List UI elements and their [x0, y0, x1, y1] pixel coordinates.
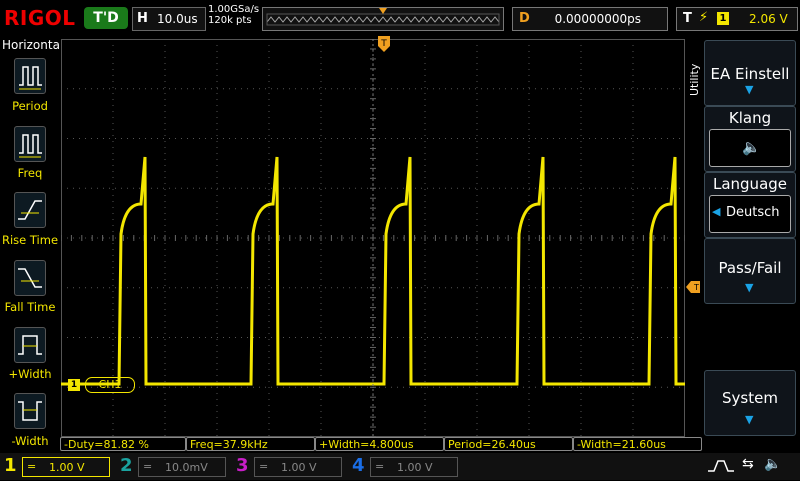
pass-fail-label: Pass/Fail — [718, 259, 782, 277]
measurement-bar: -Duty=81.82 % Freq=37.9kHz +Width=4.800u… — [60, 437, 800, 452]
channel-4-number: 4 — [352, 455, 365, 476]
ea-einstell-label: EA Einstell — [710, 65, 790, 83]
pass-fail-softkey[interactable]: Pass/Fail ▼ — [704, 238, 796, 304]
waveform-display[interactable] — [60, 38, 686, 438]
measurement-freq[interactable]: Freq=37.9kHz — [186, 437, 315, 451]
channel-1-status[interactable]: 1 = 1.00 V — [0, 455, 114, 477]
channel-2-scale: 10.0mV — [165, 461, 208, 474]
period-measure-icon[interactable] — [14, 58, 46, 94]
svg-text:T: T — [693, 283, 699, 292]
channel-bar: 1 = 1.00 V 2 = 10.0mV 3 = 1.00 V 4 = 1.0… — [0, 453, 800, 480]
ch1-offset-marker[interactable]: 1 — [68, 379, 80, 391]
acquisition-info: 1.00GSa/s 120k pts — [208, 4, 259, 26]
timebase-key: H — [137, 11, 148, 26]
trigger-source-badge: 1 — [717, 12, 729, 25]
frequency-measure-icon[interactable] — [14, 126, 46, 162]
channel-1-number: 1 — [4, 455, 17, 476]
language-value: Deutsch — [726, 205, 780, 220]
delay-value: 0.00000000ps — [554, 12, 641, 26]
channel-1-scale: 1.00 V — [49, 461, 85, 474]
trigger-position-top-marker: T — [378, 36, 390, 52]
ea-einstell-softkey[interactable]: EA Einstell ▼ — [704, 40, 796, 106]
dc-coupling-icon: = — [375, 460, 385, 473]
channel-3-scale: 1.00 V — [281, 461, 317, 474]
rising-edge-icon: ⚡ — [699, 10, 709, 25]
channel-4-scale: 1.00 V — [397, 461, 433, 474]
measure-menu: Horizontal Period Freq Rise Time Fall Ti… — [0, 36, 64, 448]
chevron-down-icon: ▼ — [745, 281, 754, 294]
dc-coupling-icon: = — [27, 460, 37, 473]
chevron-down-icon: ▼ — [745, 413, 754, 426]
trigger-level: 2.06 V — [749, 12, 788, 26]
speaker-muted-icon: 🔈 — [742, 138, 761, 156]
delay-key: D — [519, 11, 530, 26]
channel-1-box: = 1.00 V — [22, 457, 110, 477]
language-label: Language — [712, 175, 788, 193]
run-mode-badge[interactable]: T'D — [84, 7, 128, 29]
dc-coupling-icon: = — [143, 460, 153, 473]
negative-width-icon[interactable] — [14, 393, 46, 429]
chevron-left-icon: ◀ — [712, 205, 721, 218]
waveform-icon — [706, 455, 736, 477]
svg-text:T: T — [380, 39, 387, 49]
timebase-box[interactable]: H 10.0us — [132, 7, 206, 31]
delay-box[interactable]: D 0.00000000ps — [512, 7, 668, 31]
fall-time-label[interactable]: Fall Time — [0, 300, 60, 314]
channel-2-number: 2 — [120, 455, 133, 476]
channel-2-status[interactable]: 2 = 10.0mV — [116, 455, 230, 477]
channel-2-box: = 10.0mV — [138, 457, 226, 477]
ch1-label-tag: CH1 — [85, 377, 135, 393]
language-softkey[interactable]: Language ◀ Deutsch — [704, 172, 796, 238]
dc-coupling-icon: = — [259, 460, 269, 473]
fall-time-icon[interactable] — [14, 260, 46, 296]
channel-3-box: = 1.00 V — [254, 457, 342, 477]
rigol-logo: RIGOL — [4, 6, 76, 30]
rise-time-icon[interactable] — [14, 192, 46, 228]
channel-4-status[interactable]: 4 = 1.00 V — [348, 455, 462, 477]
positive-width-icon[interactable] — [14, 327, 46, 363]
system-label: System — [722, 389, 778, 407]
measurement-pos-width[interactable]: +Width=4.800us — [315, 437, 444, 451]
channel-4-box: = 1.00 V — [370, 457, 458, 477]
klang-label: Klang — [728, 109, 772, 127]
measurement-neg-width[interactable]: -Width=21.60us — [573, 437, 702, 451]
klang-softkey[interactable]: Klang 🔈 — [704, 106, 796, 172]
waveform-grid — [60, 38, 686, 438]
trigger-box[interactable]: T ⚡ 1 2.06 V — [676, 7, 798, 31]
freq-label[interactable]: Freq — [0, 166, 60, 180]
system-softkey[interactable]: System ▼ — [704, 370, 796, 436]
top-status-bar: RIGOL T'D H 10.0us 1.00GSa/s 120k pts D … — [0, 0, 800, 36]
usb-icon: ⇆ — [742, 456, 754, 472]
positive-width-label[interactable]: +Width — [0, 367, 60, 381]
period-label[interactable]: Period — [0, 99, 60, 113]
measurement-period[interactable]: Period=26.40us — [444, 437, 573, 451]
trigger-level-marker: T — [686, 278, 700, 293]
measurement-neg-duty[interactable]: -Duty=81.82 % — [60, 437, 186, 451]
memory-depth: 120k pts — [208, 15, 252, 26]
trigger-key: T — [683, 11, 692, 26]
negative-width-label[interactable]: -Width — [0, 434, 60, 448]
menu-title: Horizontal — [2, 38, 64, 52]
memory-overview-strip — [262, 7, 504, 31]
channel-3-status[interactable]: 3 = 1.00 V — [232, 455, 346, 477]
channel-3-number: 3 — [236, 455, 249, 476]
trigger-position-marker — [379, 8, 387, 14]
timebase-value: 10.0us — [157, 12, 198, 26]
klang-value-box: 🔈 — [709, 129, 791, 167]
chevron-down-icon: ▼ — [745, 83, 754, 96]
sample-rate: 1.00GSa/s — [208, 4, 260, 15]
speaker-muted-icon: 🔈 — [764, 456, 782, 472]
memory-overview-waveform — [266, 8, 500, 26]
utility-tab[interactable]: Utility — [688, 64, 701, 96]
rise-time-label[interactable]: Rise Time — [0, 233, 60, 247]
language-value-box: ◀ Deutsch — [709, 195, 791, 233]
